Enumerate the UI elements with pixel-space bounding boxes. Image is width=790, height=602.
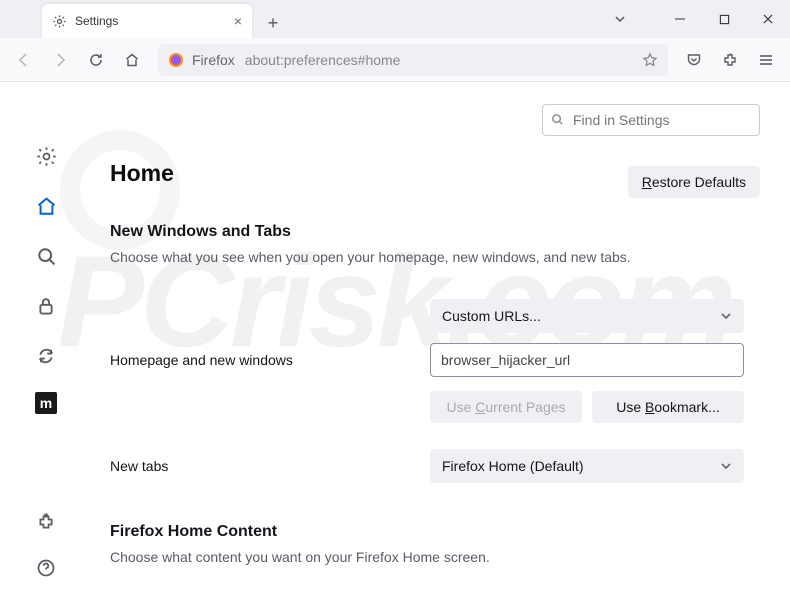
settings-sidebar: m [0, 82, 92, 602]
section-windows-tabs-desc: Choose what you see when you open your h… [110, 249, 760, 265]
sidebar-general[interactable] [32, 142, 60, 170]
homepage-url-input[interactable] [430, 343, 744, 377]
browser-tab[interactable]: Settings × [42, 4, 252, 38]
bookmark-star-icon[interactable] [642, 52, 658, 68]
reload-button[interactable] [80, 44, 112, 76]
restore-defaults-button[interactable]: RRestore Defaultsestore Defaults [628, 166, 760, 198]
chevron-down-icon [720, 460, 732, 472]
sidebar-extensions[interactable] [32, 508, 60, 536]
section-windows-tabs-heading: New Windows and Tabs [110, 223, 760, 241]
gear-icon [52, 14, 67, 29]
use-bookmark-button[interactable]: Use Bookmark... [592, 391, 744, 423]
close-tab-button[interactable]: × [234, 13, 242, 29]
close-window-button[interactable] [746, 3, 790, 35]
firefox-logo-icon [168, 52, 184, 68]
maximize-button[interactable] [702, 3, 746, 35]
pocket-button[interactable] [678, 44, 710, 76]
newtabs-value: Firefox Home (Default) [442, 458, 584, 474]
toolbar: Firefox about:preferences#home [0, 38, 790, 82]
sidebar-privacy[interactable] [32, 292, 60, 320]
url-text: about:preferences#home [245, 52, 401, 68]
url-bar[interactable]: Firefox about:preferences#home [158, 44, 668, 76]
settings-main: Home RRestore Defaultsestore Defaults Ne… [92, 82, 790, 602]
find-settings-input[interactable] [542, 104, 760, 136]
app-menu-button[interactable] [750, 44, 782, 76]
chevron-down-icon [720, 310, 732, 322]
sidebar-home[interactable] [32, 192, 60, 220]
section-home-content-heading: Firefox Home Content [110, 523, 760, 541]
homepage-label: Homepage and new windows [110, 352, 430, 368]
use-current-pages-button[interactable]: Use Current Pages [430, 391, 582, 423]
minimize-button[interactable] [658, 3, 702, 35]
search-icon [550, 112, 565, 127]
newtabs-label: New tabs [110, 458, 430, 474]
tab-dropdown-button[interactable] [602, 3, 638, 35]
new-tab-button[interactable]: + [258, 8, 288, 38]
sidebar-sync[interactable] [32, 342, 60, 370]
sidebar-more[interactable]: m [35, 392, 57, 414]
back-button[interactable] [8, 44, 40, 76]
extensions-button[interactable] [714, 44, 746, 76]
homepage-mode-value: Custom URLs... [442, 308, 541, 324]
tab-title: Settings [75, 14, 118, 28]
sidebar-help[interactable] [32, 554, 60, 582]
tab-bar: Settings × + [0, 0, 790, 38]
homepage-mode-select[interactable]: Custom URLs... [430, 299, 744, 333]
home-button[interactable] [116, 44, 148, 76]
newtabs-select[interactable]: Firefox Home (Default) [430, 449, 744, 483]
url-identity: Firefox [192, 52, 235, 68]
section-home-content-desc: Choose what content you want on your Fir… [110, 549, 760, 565]
find-settings-wrapper [542, 104, 760, 136]
forward-button[interactable] [44, 44, 76, 76]
sidebar-search[interactable] [32, 242, 60, 270]
